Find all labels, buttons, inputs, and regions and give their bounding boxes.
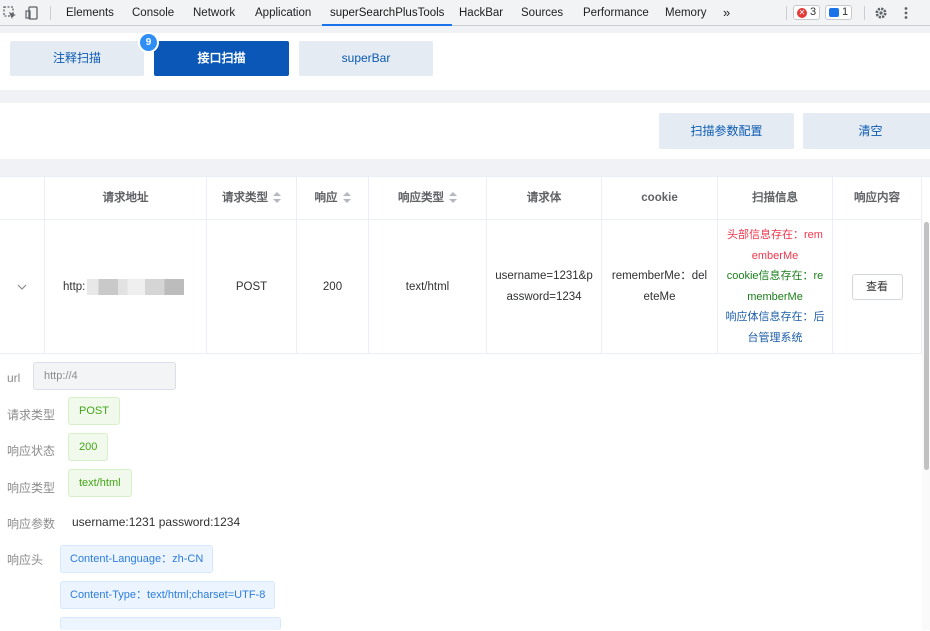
result-count-badge: 9 [138, 32, 159, 53]
devtools-tab-memory[interactable]: Memory [665, 0, 707, 26]
table-cell-cookie: rememberMe：deleteMe [602, 220, 718, 354]
tab-superbar[interactable]: superBar [299, 41, 433, 76]
header-tag [60, 617, 281, 630]
cookie-text: rememberMe：deleteMe [611, 269, 708, 303]
column-header-label: 请求体 [526, 192, 562, 204]
detail-label-headers: 响应头 [7, 553, 44, 567]
header-tag: Content-Language：zh-CN [60, 545, 214, 573]
tab-comment-scan[interactable]: 注释扫描 [10, 41, 144, 76]
toolbar-divider [786, 6, 787, 20]
table-cell-scan-info: 头部信息存在：rememberMe cookie信息存在：rememberMe … [718, 220, 833, 354]
devtools-tab-network[interactable]: Network [193, 0, 235, 26]
url-value: http://4 [44, 370, 78, 382]
table-cell-content-type: text/html [369, 220, 487, 354]
column-header-status[interactable]: 响应 [297, 177, 369, 220]
table-cell-status: 200 [297, 220, 369, 354]
redacted-url-block [87, 278, 185, 295]
scan-info-body: 响应体信息存在：后台管理系统 [725, 311, 825, 344]
toolbar-divider [50, 6, 51, 20]
toolbar-divider [864, 6, 865, 20]
column-header-label: 响应类型 [398, 192, 444, 204]
column-header-method[interactable]: 请求类型 [207, 177, 297, 220]
settings-gear-icon[interactable] [873, 0, 889, 26]
url-text: http: [63, 280, 86, 293]
more-tabs-chevron-icon[interactable]: » [723, 0, 730, 26]
status-tag: 200 [68, 433, 109, 461]
row-expand-toggle[interactable] [0, 220, 45, 354]
table-cell-url: http: [45, 220, 207, 354]
chevron-down-icon[interactable] [17, 284, 27, 290]
method-tag: POST [68, 397, 120, 425]
body-text: username=1231&password=1234 [495, 269, 593, 303]
devtools-tab-elements[interactable]: Elements [66, 0, 114, 26]
header-tag: Content-Type：text/html;charset=UTF-8 [60, 581, 276, 609]
expand-column-header [0, 177, 45, 220]
view-response-button[interactable]: 查看 [851, 273, 903, 300]
devtools-tab-hackbar[interactable]: HackBar [459, 0, 503, 26]
detail-label-status: 响应状态 [7, 444, 56, 458]
table-cell-body: username=1231&password=1234 [487, 220, 602, 354]
devtools-tab-console[interactable]: Console [132, 0, 174, 26]
column-header-scan-info: 扫描信息 [718, 177, 833, 220]
devtools-tab-sources[interactable]: Sources [521, 0, 563, 26]
column-header-response: 响应内容 [833, 177, 922, 220]
inspect-element-icon[interactable] [2, 0, 18, 26]
column-header-label: 响应内容 [854, 192, 900, 204]
column-header-label: cookie [641, 192, 678, 204]
sort-icon[interactable] [342, 192, 351, 204]
devtools-toolbar: Elements Console Network Application sup… [0, 0, 930, 26]
table-cell-response: 查看 [833, 220, 922, 354]
devtools-tab-application[interactable]: Application [255, 0, 311, 26]
column-header-label: 扫描信息 [752, 192, 798, 204]
message-icon [829, 8, 839, 17]
device-toolbar-icon[interactable] [24, 0, 40, 26]
sort-icon[interactable] [273, 192, 281, 204]
detail-label-method: 请求类型 [7, 408, 56, 422]
error-count-badge[interactable]: ✕ 3 [793, 5, 821, 20]
params-value: username:1231 password:1234 [72, 515, 241, 529]
column-header-cookie: cookie [602, 177, 718, 220]
sort-icon[interactable] [449, 192, 457, 204]
scan-info-header: 头部信息存在：rememberMe [727, 229, 823, 262]
detail-label-url: url [7, 371, 21, 385]
content-type-tag: text/html [68, 469, 132, 497]
detail-label-params: 响应参数 [7, 517, 56, 531]
column-header-label: 请求类型 [222, 192, 268, 204]
devtools-tab-supersearchplustools[interactable]: superSearchPlusTools [322, 0, 453, 26]
scrollbar-thumb[interactable] [924, 222, 929, 470]
error-icon: ✕ [797, 7, 807, 18]
scan-config-button[interactable]: 扫描参数配置 [659, 113, 794, 149]
table-cell-method: POST [207, 220, 297, 354]
message-count: 1 [842, 6, 849, 18]
error-count: 3 [810, 6, 817, 18]
column-header-body: 请求体 [487, 177, 602, 220]
detail-label-content-type: 响应类型 [7, 481, 56, 495]
scan-info-cookie: cookie信息存在：rememberMe [726, 270, 824, 303]
column-header-content-type[interactable]: 响应类型 [369, 177, 487, 220]
message-count-badge[interactable]: 1 [825, 5, 853, 20]
clear-button[interactable]: 清空 [803, 113, 930, 149]
tab-api-scan[interactable]: 接口扫描 [154, 41, 289, 76]
column-header-url: 请求地址 [45, 177, 207, 220]
url-input[interactable]: http://4 [33, 362, 176, 390]
column-header-label: 请求地址 [102, 192, 149, 204]
column-header-label: 响应 [314, 192, 338, 204]
more-options-kebab-icon[interactable] [899, 0, 913, 26]
devtools-tab-performance[interactable]: Performance [583, 0, 649, 26]
